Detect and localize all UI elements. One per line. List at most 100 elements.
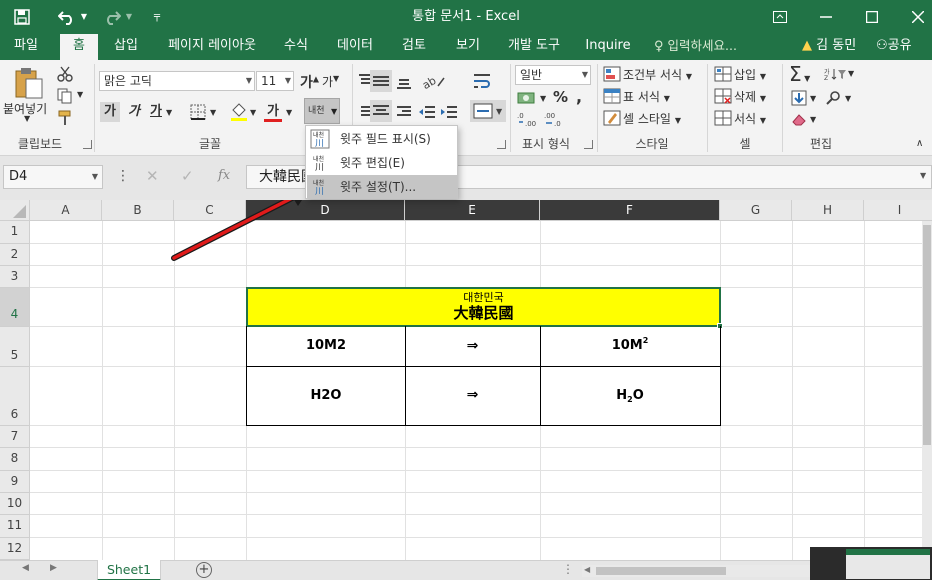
align-right-icon[interactable] bbox=[396, 104, 412, 120]
find-select-dropdown-icon[interactable]: ▼ bbox=[845, 94, 851, 103]
vertical-scroll-thumb[interactable] bbox=[923, 225, 931, 445]
row-header-10[interactable]: 10 bbox=[0, 493, 30, 515]
scroll-sheets-left-icon[interactable]: ◀ bbox=[22, 563, 29, 573]
undo-dropdown-icon[interactable]: ▼ bbox=[79, 0, 89, 34]
fill-color-dropdown-icon[interactable]: ▼ bbox=[250, 108, 256, 117]
borders-dropdown-icon[interactable]: ▼ bbox=[210, 108, 216, 117]
italic-button[interactable]: 가 bbox=[124, 102, 144, 122]
customize-qat-icon[interactable]: ╤ bbox=[150, 0, 164, 34]
sheet-tab-sheet1[interactable]: Sheet1 bbox=[97, 560, 161, 580]
borders-icon[interactable] bbox=[190, 104, 206, 120]
scroll-sheets-right-icon[interactable]: ▶ bbox=[50, 563, 57, 573]
paste-dropdown-icon[interactable]: ▼ bbox=[24, 114, 30, 123]
tab-insert[interactable]: 삽입 bbox=[104, 34, 148, 60]
fill-dropdown-icon[interactable]: ▼ bbox=[810, 94, 816, 103]
paste-icon[interactable] bbox=[12, 66, 46, 100]
tab-view[interactable]: 보기 bbox=[448, 34, 488, 60]
menu-item-phonetic-settings[interactable]: 내천 川 윗주 설정(T)... bbox=[307, 175, 457, 199]
align-center-icon[interactable] bbox=[370, 100, 392, 122]
conditional-formatting-button[interactable]: 조건부 서식 ▼ bbox=[623, 66, 692, 83]
tab-formulas[interactable]: 수식 bbox=[276, 34, 316, 60]
menu-item-show-phonetic[interactable]: 내천 川 윗주 필드 표시(S) bbox=[307, 127, 457, 151]
font-size-combobox[interactable]: 11 ▼ bbox=[256, 71, 294, 91]
row-header-2[interactable]: 2 bbox=[0, 244, 30, 266]
scroll-left-icon[interactable]: ◀ bbox=[584, 565, 590, 574]
horizontal-scroll-thumb[interactable] bbox=[596, 567, 726, 575]
row-header-7[interactable]: 7 bbox=[0, 426, 30, 448]
cell-d4-merged[interactable]: 대한민국 大韓民國 bbox=[246, 287, 721, 327]
minimize-icon[interactable] bbox=[806, 0, 846, 34]
cancel-entry-icon[interactable]: ✕ bbox=[146, 167, 159, 185]
conditional-formatting-icon[interactable] bbox=[603, 66, 621, 82]
ribbon-display-options-icon[interactable] bbox=[760, 0, 800, 34]
redo-icon[interactable] bbox=[101, 0, 123, 34]
decrease-indent-icon[interactable] bbox=[418, 104, 436, 120]
find-select-icon[interactable] bbox=[826, 90, 842, 106]
fill-icon[interactable] bbox=[791, 90, 807, 106]
accounting-format-icon[interactable] bbox=[517, 90, 537, 106]
font-name-dropdown-icon[interactable]: ▼ bbox=[246, 72, 252, 90]
underline-dropdown-icon[interactable]: ▼ bbox=[166, 108, 172, 117]
cut-icon[interactable] bbox=[57, 66, 73, 82]
share-button[interactable]: ⚇공유 bbox=[876, 34, 912, 60]
expand-formula-bar-icon[interactable]: ▼ bbox=[920, 171, 926, 180]
vertical-scrollbar[interactable] bbox=[922, 221, 932, 560]
collapse-ribbon-icon[interactable]: ∧ bbox=[916, 138, 923, 149]
accounting-dropdown-icon[interactable]: ▼ bbox=[540, 94, 546, 103]
cell-styles-button[interactable]: 셀 스타일 ▼ bbox=[623, 110, 681, 127]
name-box[interactable]: D4 ▼ bbox=[3, 165, 103, 189]
increase-indent-icon[interactable] bbox=[440, 104, 458, 120]
name-box-dropdown-icon[interactable]: ▼ bbox=[92, 166, 98, 188]
decrease-font-size-button[interactable]: 가▼ bbox=[322, 73, 339, 90]
cell-f5[interactable]: 10M2 bbox=[540, 326, 721, 367]
font-color-dropdown-icon[interactable]: ▼ bbox=[286, 108, 292, 117]
column-header-g[interactable]: G bbox=[720, 200, 792, 221]
tab-review[interactable]: 검토 bbox=[394, 34, 434, 60]
format-painter-icon[interactable] bbox=[57, 110, 73, 126]
format-as-table-icon[interactable] bbox=[603, 88, 621, 104]
delete-cells-button[interactable]: 삭제 ▼ bbox=[734, 88, 766, 105]
formula-bar-options-icon[interactable]: ⋮ bbox=[116, 168, 130, 184]
undo-icon[interactable] bbox=[56, 0, 78, 34]
tab-home[interactable]: 홈 bbox=[60, 34, 98, 60]
row-header-9[interactable]: 9 bbox=[0, 471, 30, 493]
row-header-11[interactable]: 11 bbox=[0, 515, 30, 538]
cell-f6[interactable]: H2O bbox=[540, 366, 721, 426]
format-cells-button[interactable]: 서식 ▼ bbox=[734, 110, 766, 127]
clear-icon[interactable] bbox=[791, 112, 807, 126]
fill-color-icon[interactable] bbox=[230, 102, 248, 122]
cell-e5[interactable]: ⇒ bbox=[405, 326, 541, 367]
format-as-table-button[interactable]: 표 서식 ▼ bbox=[623, 88, 670, 105]
percent-button[interactable]: % bbox=[553, 88, 568, 106]
phonetic-guide-button[interactable]: 내천 ▼ bbox=[304, 98, 340, 124]
format-cells-icon[interactable] bbox=[714, 110, 732, 126]
tab-page-layout[interactable]: 페이지 레이아웃 bbox=[158, 34, 266, 60]
delete-cells-icon[interactable] bbox=[714, 88, 732, 104]
orientation-icon[interactable]: ab bbox=[420, 72, 446, 92]
tell-me-search[interactable]: ♀ 입력하세요... bbox=[654, 34, 737, 60]
tab-data[interactable]: 데이터 bbox=[330, 34, 380, 60]
insert-cells-button[interactable]: 삽입 ▼ bbox=[734, 66, 766, 83]
cell-e6[interactable]: ⇒ bbox=[405, 366, 541, 426]
confirm-entry-icon[interactable]: ✓ bbox=[181, 167, 194, 185]
sort-filter-dropdown-icon[interactable]: ▼ bbox=[848, 69, 854, 78]
redo-dropdown-icon[interactable]: ▼ bbox=[124, 0, 134, 34]
clipboard-launcher-icon[interactable] bbox=[83, 140, 92, 149]
row-header-6[interactable]: 6 bbox=[0, 367, 30, 426]
number-format-combobox[interactable]: 일반 ▼ bbox=[515, 65, 591, 85]
phonetic-dropdown-icon[interactable]: ▼ bbox=[331, 107, 337, 116]
row-header-4[interactable]: 4 bbox=[0, 288, 30, 327]
increase-font-size-button[interactable]: 가▲ bbox=[300, 72, 319, 92]
column-header-a[interactable]: A bbox=[30, 200, 102, 221]
decrease-decimal-icon[interactable]: .00.0 bbox=[544, 110, 566, 128]
font-color-button[interactable]: 가 bbox=[264, 100, 282, 122]
tab-inquire[interactable]: Inquire bbox=[582, 34, 634, 60]
worksheet-grid[interactable]: A B C D E F G H I 1 2 3 4 5 6 7 8 9 10 1… bbox=[0, 200, 932, 560]
cell-d6[interactable]: H2O bbox=[246, 366, 406, 426]
insert-function-icon[interactable]: fx bbox=[218, 168, 230, 183]
underline-button[interactable]: 가 bbox=[146, 102, 166, 122]
close-icon[interactable] bbox=[898, 0, 932, 34]
row-header-8[interactable]: 8 bbox=[0, 448, 30, 471]
font-size-dropdown-icon[interactable]: ▼ bbox=[285, 72, 291, 90]
autosum-button[interactable]: Σ ▼ bbox=[789, 62, 810, 86]
